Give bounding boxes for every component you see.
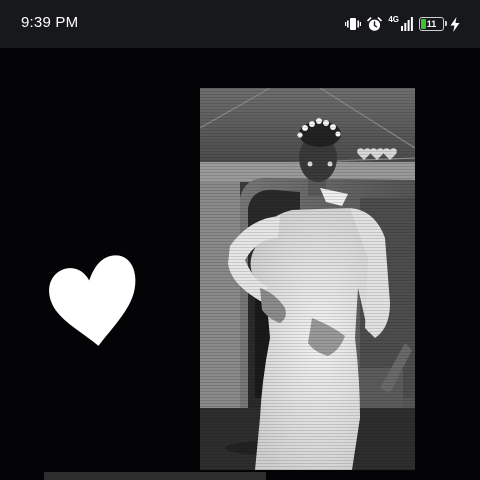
status-bar: 9:39 PM 4G 11 [0, 0, 480, 48]
alarm-icon [367, 16, 383, 32]
battery-icon: 11 [419, 17, 447, 31]
network-type-label: 4G [388, 14, 399, 24]
battery-level: 11 [426, 19, 437, 29]
battery-fill [421, 19, 426, 29]
photo-image [200, 88, 415, 470]
signal-icon [401, 17, 413, 31]
heart-icon [48, 252, 140, 348]
status-icons: 4G 11 [345, 15, 460, 33]
vibrate-icon [345, 17, 362, 31]
status-time: 9:39 PM [21, 14, 79, 31]
charging-bolt-icon [450, 16, 460, 32]
bottom-thumbnail-strip [44, 472, 266, 480]
